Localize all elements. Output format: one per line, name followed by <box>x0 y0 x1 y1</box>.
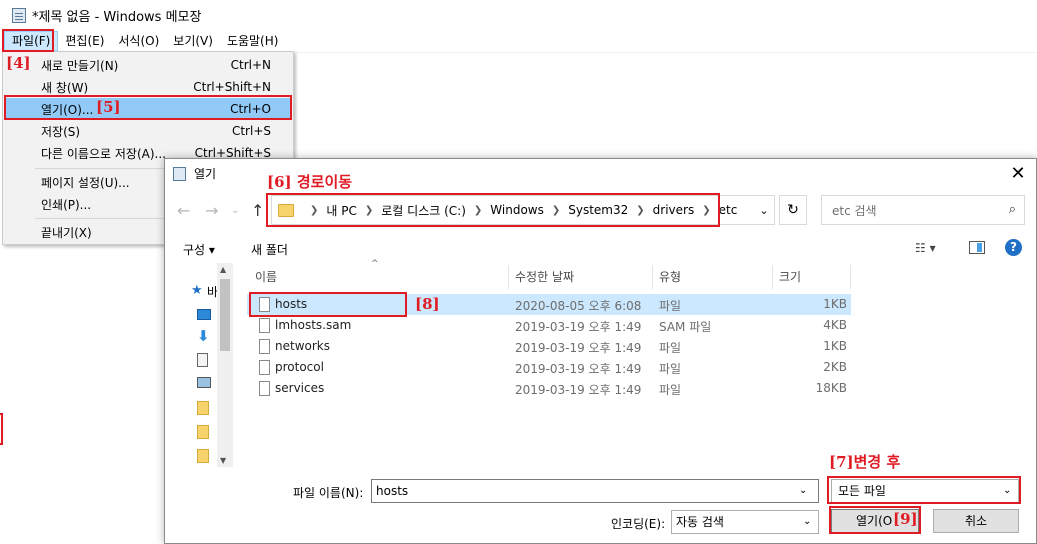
file-row-lmhosts[interactable]: lmhosts.sam 2019-03-19 오후 1:49 SAM 파일 4K… <box>247 315 851 336</box>
annotation-box-filter <box>827 476 1021 504</box>
desktop-icon[interactable] <box>197 309 211 320</box>
file-icon <box>259 360 270 375</box>
dialog-titlebar: 열기 <box>173 165 216 182</box>
new-folder-button[interactable]: 새 폴더 <box>251 241 288 258</box>
address-dropdown-icon[interactable]: ⌄ <box>751 195 777 225</box>
cancel-button[interactable]: 취소 <box>933 509 1019 533</box>
menu-help[interactable]: 도움말(H) <box>220 31 286 51</box>
menu-view[interactable]: 보기(V) <box>166 31 220 51</box>
window-titlebar: *제목 없음 - Windows 메모장 <box>0 0 1037 30</box>
file-icon <box>259 381 270 396</box>
scroll-up-icon[interactable]: ▲ <box>220 265 226 274</box>
search-placeholder: etc 검색 <box>832 203 877 218</box>
window-title: *제목 없음 - Windows 메모장 <box>32 9 202 25</box>
column-header-date[interactable]: 수정한 날짜 <box>509 265 653 289</box>
encoding-select[interactable]: 자동 검색 <box>671 510 819 534</box>
view-options-button[interactable]: ☷ ▾ <box>915 241 936 255</box>
scroll-down-icon[interactable]: ▼ <box>220 456 226 465</box>
column-header-size[interactable]: 크기 <box>773 265 851 289</box>
annotation-4: [4] <box>6 54 31 72</box>
dialog-title: 열기 <box>194 167 217 181</box>
pictures-icon[interactable] <box>197 377 211 388</box>
nav-scrollbar[interactable]: ▲ ▼ <box>217 263 233 467</box>
annotation-7: [7]변경 후 <box>829 453 901 471</box>
downloads-icon[interactable]: ⬇ <box>197 327 210 345</box>
annotation-edge-box <box>0 413 3 445</box>
folder-icon[interactable] <box>197 401 209 415</box>
menu-bar: 파일(F) 편집(E) 서식(O) 보기(V) 도움말(H) <box>0 30 1037 52</box>
help-icon[interactable]: ? <box>1005 239 1022 256</box>
open-dialog: 열기 ✕ ← → ⌄ ↑ ❯ 내 PC ❯ 로컬 디스크 (C:) ❯ Wind… <box>164 158 1037 544</box>
back-arrow-icon[interactable]: ← <box>177 201 190 220</box>
search-input[interactable]: etc 검색 ⌕ <box>821 195 1025 225</box>
scroll-thumb[interactable] <box>220 279 230 351</box>
menu-item-save[interactable]: 저장(S) Ctrl+S <box>5 120 291 142</box>
annotation-box-file-menu <box>2 29 54 52</box>
column-header-name[interactable]: 이름 <box>249 265 509 289</box>
file-row-protocol[interactable]: protocol 2019-03-19 오후 1:49 파일 2KB <box>247 357 851 378</box>
encoding-label: 인코딩(E): <box>611 517 666 531</box>
column-header-type[interactable]: 유형 <box>653 265 773 289</box>
quick-access-star-icon[interactable]: ★ <box>191 283 203 298</box>
file-row-services[interactable]: services 2019-03-19 오후 1:49 파일 18KB <box>247 378 851 399</box>
filename-input[interactable]: hosts <box>371 479 819 503</box>
annotation-6: [6] 경로이동 <box>267 173 353 191</box>
close-icon[interactable]: ✕ <box>1008 163 1028 184</box>
annotation-8: [8] <box>415 295 440 313</box>
search-icon: ⌕ <box>1008 202 1016 217</box>
annotation-5: [5] <box>96 98 121 116</box>
chevron-down-icon[interactable]: ⌄ <box>803 516 811 527</box>
file-icon <box>259 318 270 333</box>
organize-button[interactable]: 구성 ▾ <box>183 241 215 258</box>
preview-pane-icon[interactable] <box>969 241 985 254</box>
annotation-box-open-item <box>4 95 292 120</box>
menu-format[interactable]: 서식(O) <box>111 31 166 51</box>
forward-arrow-icon[interactable]: → <box>205 201 218 220</box>
dialog-toolbar: 구성 ▾ 새 폴더 ☷ ▾ ? <box>165 233 1036 263</box>
menu-edit[interactable]: 편집(E) <box>58 31 111 51</box>
refresh-icon[interactable]: ↻ <box>779 195 807 225</box>
folder-icon[interactable] <box>197 449 209 463</box>
documents-icon[interactable] <box>197 353 208 367</box>
notepad-icon <box>173 166 186 181</box>
filename-label: 파일 이름(N): <box>293 486 364 500</box>
notepad-icon <box>12 7 26 23</box>
menu-item-new[interactable]: 새로 만들기(N) Ctrl+N <box>5 54 291 76</box>
chevron-down-icon[interactable]: ⌄ <box>799 485 807 496</box>
annotation-box-path <box>266 193 720 227</box>
crumb-etc[interactable]: etc <box>719 203 738 217</box>
file-row-networks[interactable]: networks 2019-03-19 오후 1:49 파일 1KB <box>247 336 851 357</box>
folder-icon[interactable] <box>197 425 209 439</box>
annotation-9: [9] <box>893 510 918 528</box>
up-arrow-icon[interactable]: ↑ <box>251 201 264 220</box>
history-chevron-icon[interactable]: ⌄ <box>231 205 239 216</box>
annotation-box-hosts <box>249 292 407 317</box>
file-icon <box>259 339 270 354</box>
